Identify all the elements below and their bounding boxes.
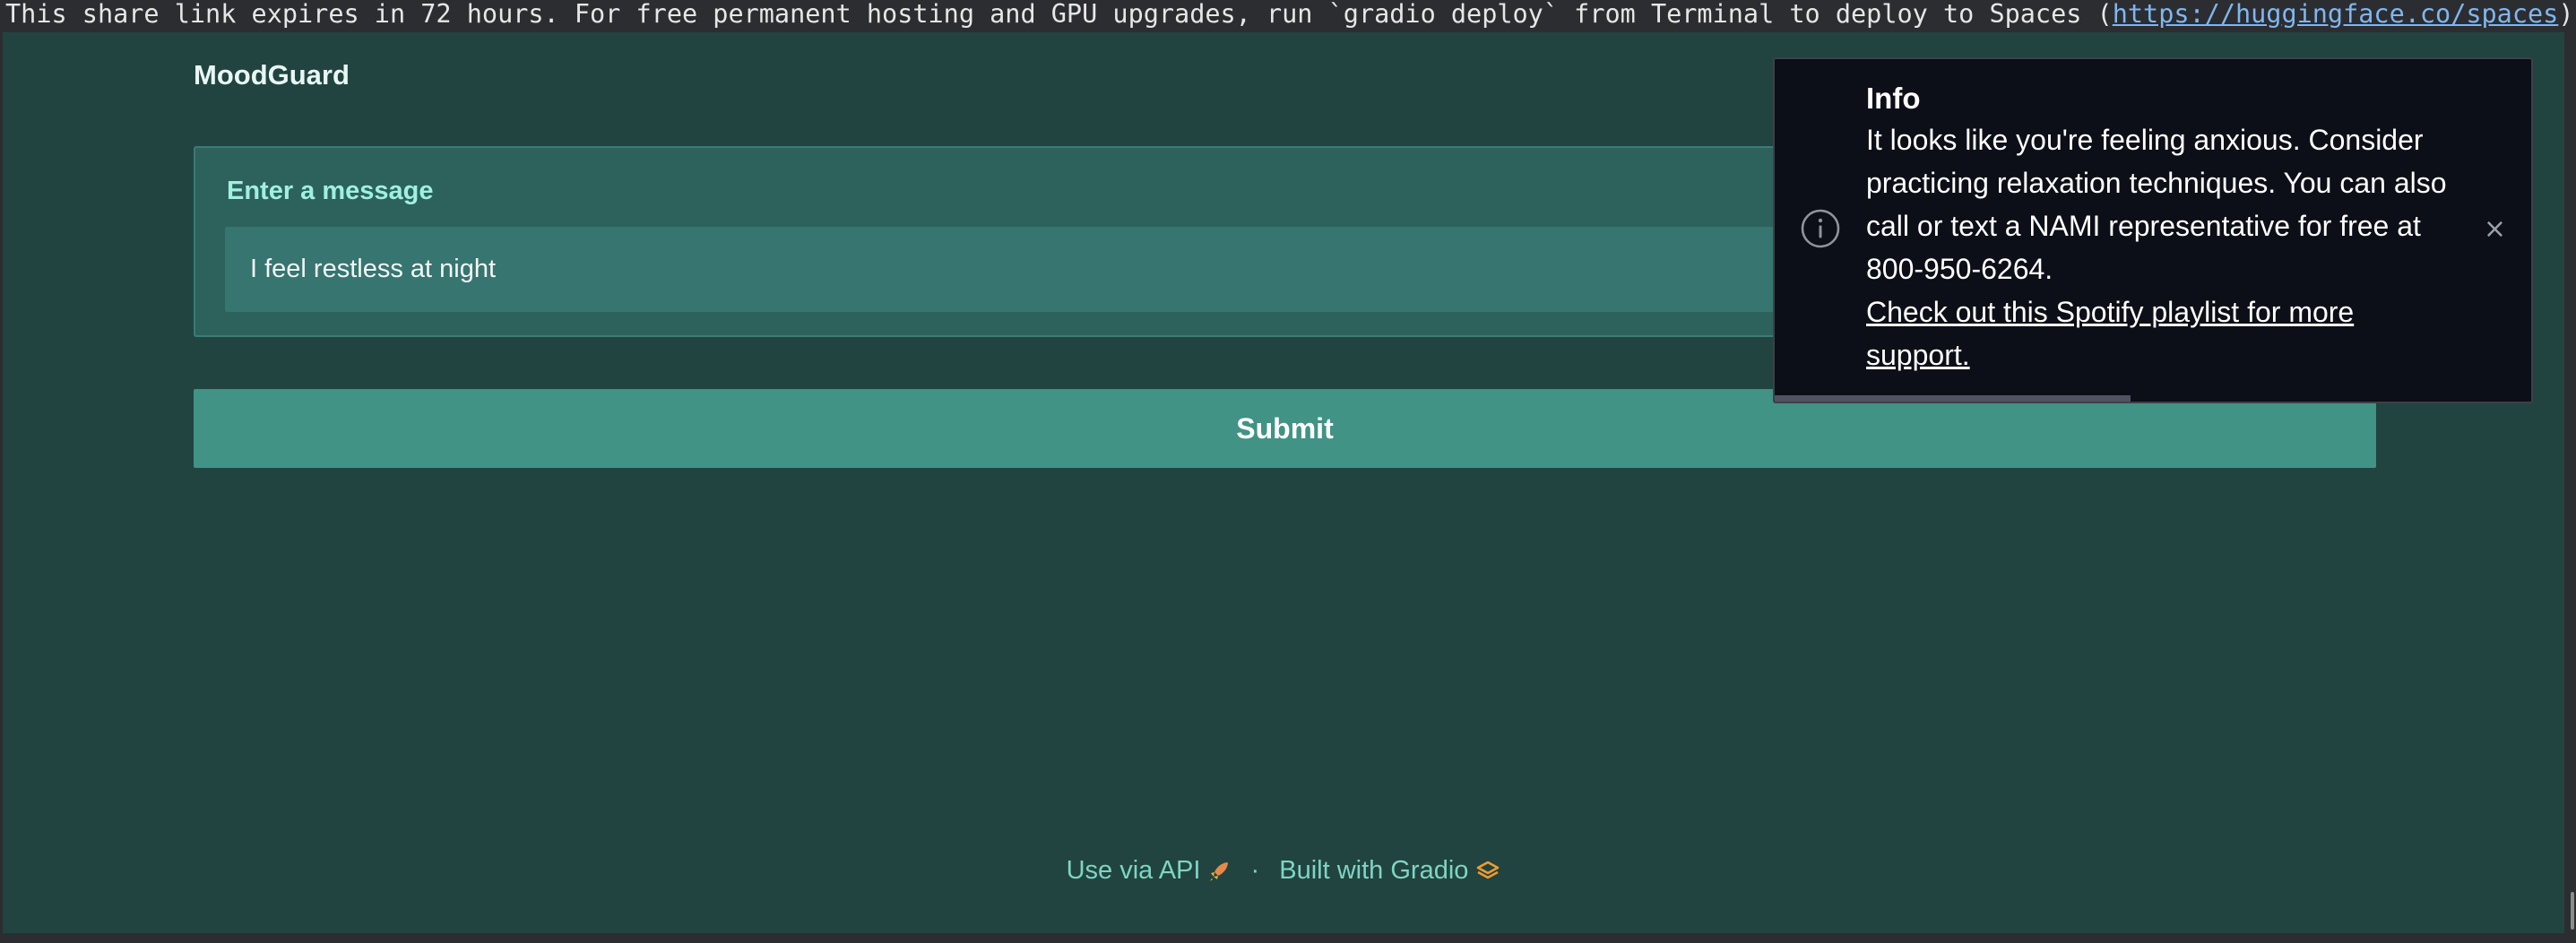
page-scrollbar[interactable] [2567, 32, 2576, 933]
rocket-icon [1210, 862, 1229, 882]
toast-content: Info It looks like you're feeling anxiou… [1866, 79, 2458, 376]
gradio-logo-icon [1477, 861, 1500, 879]
toast-title: Info [1866, 82, 1921, 115]
footer: Use via API · Built with Gradio [3, 856, 2564, 886]
built-with-gradio-label: Built with Gradio [1279, 856, 1469, 885]
use-via-api-link[interactable]: Use via API [1067, 856, 1232, 885]
app-title: MoodGuard [194, 59, 350, 91]
banner-text-end: ) [2558, 0, 2574, 29]
window-bottom-edge [0, 933, 2576, 943]
spotify-playlist-link[interactable]: Check out this Spotify playlist for more… [1866, 290, 2458, 376]
toast-close-button[interactable]: × [2484, 213, 2506, 245]
toast-timer-bar [1775, 395, 2131, 402]
info-toast: Info It looks like you're feeling anxiou… [1773, 57, 2533, 403]
footer-separator: · [1250, 856, 1260, 885]
message-input-label: Enter a message [227, 177, 434, 205]
spaces-link[interactable]: https://huggingface.co/spaces [2113, 0, 2559, 29]
info-icon [1801, 209, 1840, 248]
use-via-api-label: Use via API [1066, 856, 1201, 885]
toast-message: It looks like you're feeling anxious. Co… [1866, 124, 2447, 285]
built-with-gradio-link[interactable]: Built with Gradio [1279, 856, 1500, 885]
share-link-banner: This share link expires in 72 hours. For… [0, 0, 2576, 32]
banner-text: This share link expires in 72 hours. For… [5, 0, 2113, 29]
page-scrollbar-thumb[interactable] [2571, 892, 2574, 930]
